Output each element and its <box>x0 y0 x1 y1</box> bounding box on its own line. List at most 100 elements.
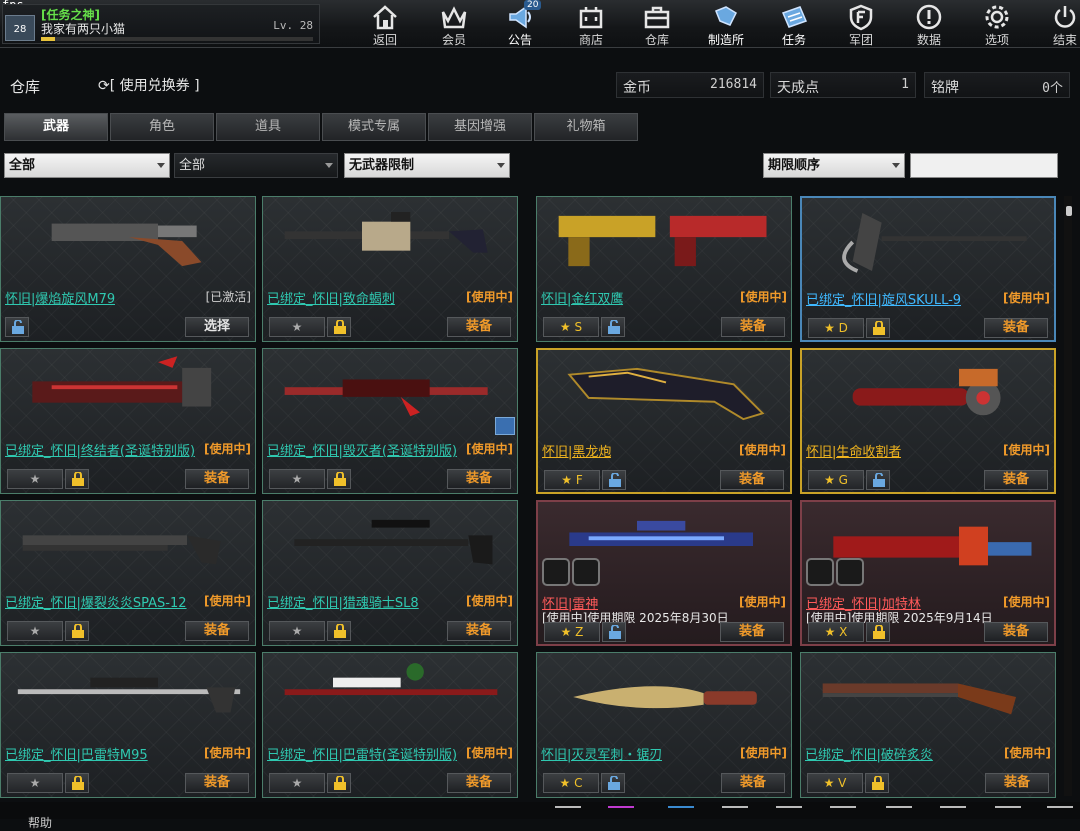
tab-4[interactable]: 基因增强 <box>428 113 532 141</box>
favorite-hotkey-button[interactable]: ★ <box>7 469 63 489</box>
lock-icon[interactable] <box>602 470 626 490</box>
favorite-hotkey-button[interactable]: ★ <box>7 621 63 641</box>
w-icon[interactable] <box>608 806 634 820</box>
lock-icon[interactable] <box>5 317 29 337</box>
weapon-name[interactable]: 已绑定_怀旧|终结者(圣诞特别版) <box>5 440 195 459</box>
weapon-card[interactable]: 怀旧|爆焰旋风M79 [已激活] 选择 <box>0 196 256 342</box>
help-link[interactable]: 帮助 <box>28 814 52 831</box>
equip-button[interactable]: 装备 <box>721 317 785 337</box>
equip-button[interactable]: 装备 <box>984 318 1048 338</box>
weapon-card[interactable]: 已绑定_怀旧|终结者(圣诞特别版) [使用中] ★ 装备 <box>0 348 256 494</box>
weapon-card[interactable]: 怀旧|金红双鹰 [使用中] ★ S 装备 <box>536 196 792 342</box>
favorite-hotkey-button[interactable]: ★ <box>269 773 325 793</box>
alert-icon[interactable] <box>776 806 802 820</box>
tab-3[interactable]: 模式专属 <box>322 113 426 141</box>
favorite-hotkey-button[interactable]: ★ Z <box>544 622 600 642</box>
equip-button[interactable]: 装备 <box>447 621 511 641</box>
weapon-card[interactable]: 已绑定_怀旧|加特林 [使用中] [使用中]使用期限 2025年9月14日 ★ X 装备 <box>800 500 1056 646</box>
weapon-card[interactable]: 怀旧|黑龙炮 [使用中] ★ F 装备 <box>536 348 792 494</box>
nav-shield[interactable]: 军团 <box>833 0 889 48</box>
lock-icon[interactable] <box>601 317 625 337</box>
weapon-name[interactable]: 怀旧|黑龙炮 <box>542 441 611 460</box>
nav-warehouse[interactable]: 仓库 <box>629 0 685 48</box>
lock-icon[interactable] <box>327 469 351 489</box>
nav-power[interactable]: 结束 <box>1037 0 1080 48</box>
lock-icon[interactable] <box>327 773 351 793</box>
lock-icon[interactable] <box>65 621 89 641</box>
favorite-hotkey-button[interactable]: ★ <box>269 317 325 337</box>
weapon-card[interactable]: 已绑定_怀旧|致命蝎刺 [使用中] ★ 装备 <box>262 196 518 342</box>
weapon-name[interactable]: 已绑定_怀旧|猎魂骑士SL8 <box>267 592 419 611</box>
nav-forge[interactable]: 制造所 <box>698 0 754 48</box>
weapon-card[interactable]: 已绑定_怀旧|巴雷特(圣诞特别版) [使用中] ★ 装备 <box>262 652 518 798</box>
weapon-name[interactable]: 已绑定_怀旧|致命蝎刺 <box>267 288 395 307</box>
house-icon[interactable] <box>940 806 966 820</box>
equip-button[interactable]: 装备 <box>720 470 784 490</box>
weapon-name[interactable]: 已绑定_怀旧|巴雷特M95 <box>5 744 148 763</box>
favorite-hotkey-button[interactable]: ★ <box>269 621 325 641</box>
equip-button[interactable]: 装备 <box>720 622 784 642</box>
filter-dropdown-1[interactable]: 全部 <box>4 153 170 178</box>
equip-button[interactable]: 装备 <box>185 469 249 489</box>
nav-crown[interactable]: 会员 <box>426 0 482 48</box>
equip-button[interactable]: 装备 <box>721 773 785 793</box>
sword-icon[interactable] <box>886 806 912 820</box>
redeem-coupon-button[interactable]: ⟳[ 使用兑换券 ] <box>98 75 200 95</box>
weapon-card[interactable]: 怀旧|雷神 [使用中] [使用中]使用期限 2025年8月30日 ★ Z 装备 <box>536 500 792 646</box>
lock-icon[interactable] <box>327 621 351 641</box>
nav-shop[interactable]: 商店 <box>563 0 619 48</box>
select-button[interactable]: 选择 <box>185 317 249 337</box>
compass-icon[interactable] <box>722 806 748 820</box>
nav-info[interactable]: 数据 <box>901 0 957 48</box>
nav-ticket[interactable]: 任务 <box>766 0 822 48</box>
tab-1[interactable]: 角色 <box>110 113 214 141</box>
wrench-icon[interactable] <box>495 417 515 435</box>
filter-dropdown-2[interactable]: 全部 <box>174 153 338 178</box>
weapon-name[interactable]: 怀旧|爆焰旋风M79 <box>5 288 115 307</box>
monitor-icon[interactable] <box>1047 806 1073 820</box>
scrollbar[interactable] <box>1064 196 1072 796</box>
calendar-icon[interactable] <box>995 806 1021 820</box>
lock-icon[interactable] <box>601 773 625 793</box>
nav-home[interactable]: 返回 <box>357 0 413 48</box>
equip-button[interactable]: 装备 <box>985 773 1049 793</box>
tab-0[interactable]: 武器 <box>4 113 108 141</box>
favorite-hotkey-button[interactable]: ★ F <box>544 470 600 490</box>
search-input[interactable] <box>910 153 1058 178</box>
player-panel[interactable]: 28 [任务之神] 我家有两只小猫 Lv. 28 <box>2 4 320 44</box>
tab-2[interactable]: 道具 <box>216 113 320 141</box>
favorite-hotkey-button[interactable]: ★ <box>7 773 63 793</box>
weapon-name[interactable]: 怀旧|生命收割者 <box>806 441 901 460</box>
nav-gear[interactable]: 选项 <box>969 0 1025 48</box>
favorite-hotkey-button[interactable]: ★ S <box>543 317 599 337</box>
favorite-hotkey-button[interactable]: ★ V <box>807 773 863 793</box>
lock-icon[interactable] <box>65 469 89 489</box>
weapon-card[interactable]: 已绑定_怀旧|旋风SKULL-9 [使用中] ★ D 装备 <box>800 196 1056 342</box>
lock-icon[interactable] <box>602 622 626 642</box>
weapon-card[interactable]: 已绑定_怀旧|猎魂骑士SL8 [使用中] ★ 装备 <box>262 500 518 646</box>
weapon-name[interactable]: 已绑定_怀旧|毁灭者(圣诞特别版) <box>267 440 457 459</box>
lock-icon[interactable] <box>865 773 889 793</box>
equip-button[interactable]: 装备 <box>447 317 511 337</box>
weapon-name[interactable]: 怀旧|金红双鹰 <box>541 288 623 307</box>
equip-button[interactable]: 装备 <box>447 773 511 793</box>
lock-icon[interactable] <box>866 470 890 490</box>
cart-icon[interactable] <box>830 806 856 820</box>
lock-icon[interactable] <box>327 317 351 337</box>
equip-button[interactable]: 装备 <box>984 622 1048 642</box>
favorite-hotkey-button[interactable]: ★ D <box>808 318 864 338</box>
arrows-icon[interactable] <box>668 806 694 820</box>
weapon-card[interactable]: 已绑定_怀旧|爆裂炎炎SPAS-12 [使用中] ★ 装备 <box>0 500 256 646</box>
equip-button[interactable]: 装备 <box>185 621 249 641</box>
weapon-card[interactable]: 已绑定_怀旧|破碎炙炎 [使用中] ★ V 装备 <box>800 652 1056 798</box>
lock-icon[interactable] <box>866 318 890 338</box>
weapon-name[interactable]: 已绑定_怀旧|旋风SKULL-9 <box>806 289 961 308</box>
filter-dropdown-3[interactable]: 无武器限制 <box>344 153 510 178</box>
weapon-card[interactable]: 已绑定_怀旧|巴雷特M95 [使用中] ★ 装备 <box>0 652 256 798</box>
favorite-hotkey-button[interactable]: ★ C <box>543 773 599 793</box>
weapon-card[interactable]: 已绑定_怀旧|毁灭者(圣诞特别版) [使用中] ★ 装备 <box>262 348 518 494</box>
tab-5[interactable]: 礼物箱 <box>534 113 638 141</box>
weapon-card[interactable]: 怀旧|生命收割者 [使用中] ★ G 装备 <box>800 348 1056 494</box>
lock-icon[interactable] <box>866 622 890 642</box>
weapon-name[interactable]: 怀旧|灭灵军刺・锯刃 <box>541 744 662 763</box>
